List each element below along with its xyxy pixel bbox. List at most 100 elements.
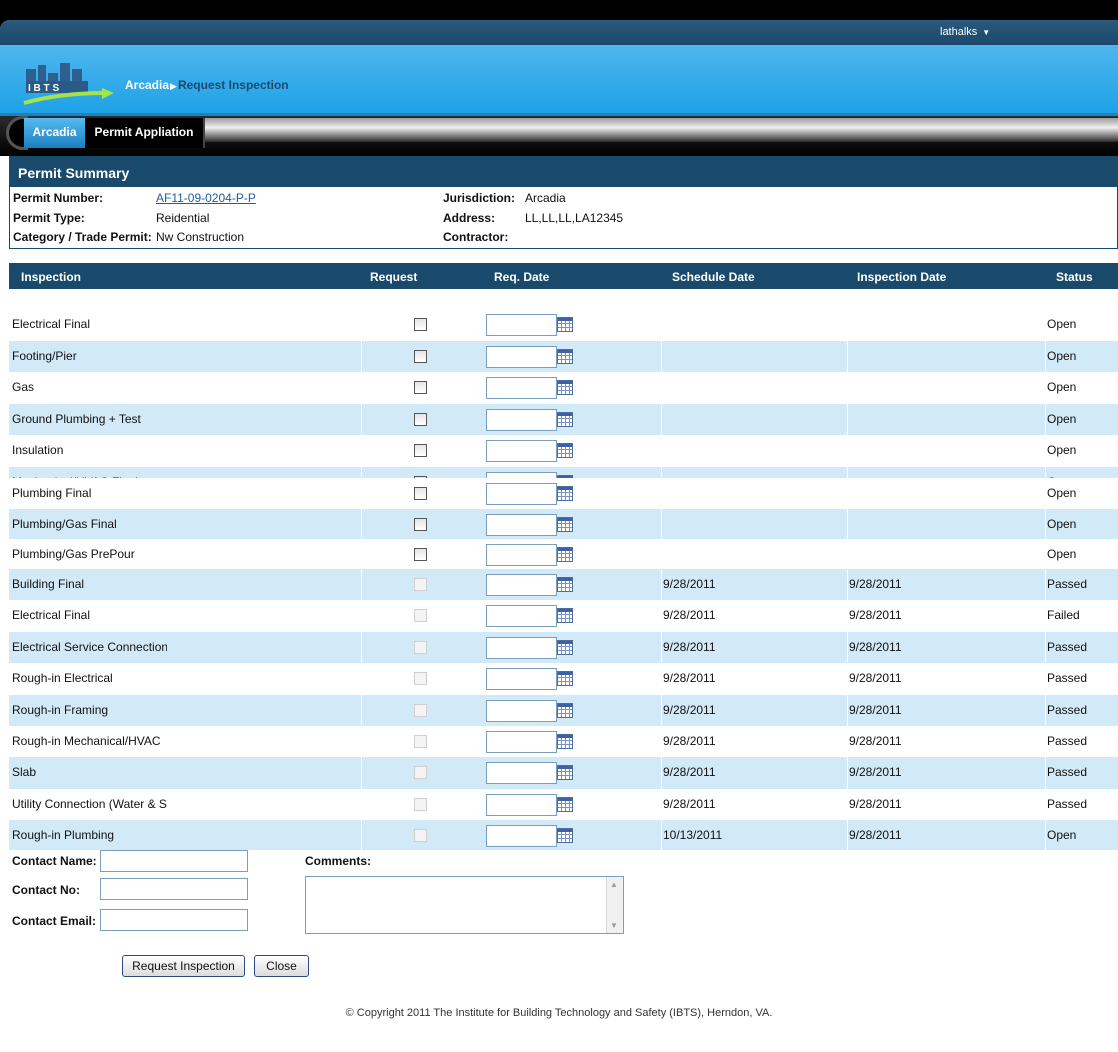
inspection-name: Footing/Pier — [12, 349, 77, 363]
request-checkbox[interactable] — [414, 487, 427, 500]
req-date-input[interactable] — [486, 483, 557, 505]
status: Open — [1047, 547, 1077, 561]
calendar-icon[interactable] — [557, 547, 573, 562]
request-checkbox — [414, 609, 427, 622]
req-date-input[interactable] — [486, 668, 557, 690]
column-divider — [847, 341, 848, 372]
column-divider — [361, 467, 362, 478]
column-divider — [661, 467, 662, 478]
contact-name-input[interactable] — [100, 850, 248, 872]
column-divider — [847, 309, 848, 341]
req-date-input[interactable] — [486, 700, 557, 722]
col-req-date: Req. Date — [494, 270, 550, 284]
inspection-name: Insulation — [12, 443, 64, 457]
column-divider — [1045, 820, 1046, 850]
user-menu[interactable]: lathalks ▼ — [940, 26, 990, 38]
contact-no-label: Contact No: — [12, 883, 80, 897]
user-name: lathalks — [940, 26, 978, 38]
close-button[interactable]: Close — [254, 955, 309, 977]
calendar-icon[interactable] — [557, 443, 573, 458]
req-date-input[interactable] — [486, 825, 557, 847]
calendar-icon[interactable] — [557, 671, 573, 686]
req-date-input[interactable] — [486, 409, 557, 431]
calendar-icon[interactable] — [557, 486, 573, 501]
req-date-input[interactable] — [486, 514, 557, 536]
req-date-input[interactable] — [486, 605, 557, 627]
tab-arcadia[interactable]: Arcadia — [24, 118, 85, 148]
req-date-input[interactable] — [486, 314, 557, 336]
permit-type-value: Reidential — [156, 211, 210, 225]
permit-type-label: Permit Type: — [13, 211, 85, 225]
req-date-input[interactable] — [486, 346, 557, 368]
inspection-date: 9/28/2011 — [849, 640, 902, 654]
chevron-down-icon: ▼ — [982, 28, 991, 37]
table-row: Mechanical/HVAC FinalOpen — [9, 467, 1118, 478]
req-date-input[interactable] — [486, 731, 557, 753]
column-divider — [847, 435, 848, 467]
inspection-name: Electrical Service Connection — [12, 640, 167, 654]
breadcrumb-home[interactable]: Arcadia — [125, 78, 169, 92]
request-checkbox[interactable] — [414, 444, 427, 457]
request-checkbox[interactable] — [414, 318, 427, 331]
calendar-icon[interactable] — [557, 317, 573, 332]
comments-scrollbar[interactable]: ▲ ▼ — [606, 877, 623, 933]
table-row: Insulation Open — [9, 435, 1118, 467]
permit-number-link[interactable]: AF11-09-0204-P-P — [156, 191, 256, 205]
column-divider — [361, 478, 362, 509]
req-date-input[interactable] — [486, 637, 557, 659]
calendar-icon[interactable] — [557, 577, 573, 592]
calendar-icon[interactable] — [557, 349, 573, 364]
contact-email-input[interactable] — [100, 909, 248, 931]
req-date-input[interactable] — [486, 440, 557, 462]
request-checkbox[interactable] — [414, 518, 427, 531]
tab-permit-application[interactable]: Permit Appliation — [85, 118, 205, 148]
column-divider — [1045, 569, 1046, 600]
req-date-input[interactable] — [486, 574, 557, 596]
calendar-icon[interactable] — [557, 765, 573, 780]
calendar-icon[interactable] — [557, 797, 573, 812]
request-checkbox[interactable] — [414, 548, 427, 561]
calendar-icon[interactable] — [557, 608, 573, 623]
calendar-icon[interactable] — [557, 517, 573, 532]
request-inspection-button[interactable]: Request Inspection — [122, 955, 245, 977]
request-checkbox — [414, 798, 427, 811]
column-divider — [361, 600, 362, 632]
contact-no-input[interactable] — [100, 878, 248, 900]
calendar-icon[interactable] — [557, 380, 573, 395]
req-date-input[interactable] — [486, 794, 557, 816]
req-date-input[interactable] — [486, 377, 557, 399]
col-request: Request — [370, 270, 418, 284]
inspection-name: Plumbing/Gas Final — [12, 517, 117, 531]
col-inspection-date: Inspection Date — [857, 270, 947, 284]
column-divider — [661, 539, 662, 569]
column-divider — [361, 372, 362, 404]
table-row: Gas Open — [9, 372, 1118, 404]
request-checkbox[interactable] — [414, 413, 427, 426]
table-row: Footing/Pier Open — [9, 341, 1118, 372]
column-divider — [361, 695, 362, 726]
calendar-icon[interactable] — [557, 828, 573, 843]
column-divider — [847, 569, 848, 600]
jurisdiction-label: Jurisdiction: — [443, 191, 516, 205]
comments-textarea[interactable] — [305, 876, 624, 934]
schedule-date: 9/28/2011 — [663, 577, 716, 591]
calendar-icon[interactable] — [557, 703, 573, 718]
calendar-icon[interactable] — [557, 412, 573, 427]
calendar-icon[interactable] — [557, 734, 573, 749]
req-date-input[interactable] — [486, 544, 557, 566]
request-checkbox[interactable] — [414, 381, 427, 394]
request-checkbox[interactable] — [414, 350, 427, 363]
column-divider — [1045, 726, 1046, 757]
inspection-table-header: Inspection Request Req. Date Schedule Da… — [9, 263, 1118, 289]
status: Open — [1047, 380, 1077, 394]
contractor-label: Contractor: — [443, 230, 509, 244]
column-divider — [361, 789, 362, 820]
scroll-up-icon[interactable]: ▲ — [610, 880, 618, 889]
comments-label: Comments: — [305, 854, 372, 868]
column-divider — [1045, 663, 1046, 695]
permit-number-label: Permit Number: — [13, 191, 104, 205]
req-date-input[interactable] — [486, 762, 557, 784]
column-divider — [847, 600, 848, 632]
scroll-down-icon[interactable]: ▼ — [610, 921, 618, 930]
calendar-icon[interactable] — [557, 640, 573, 655]
